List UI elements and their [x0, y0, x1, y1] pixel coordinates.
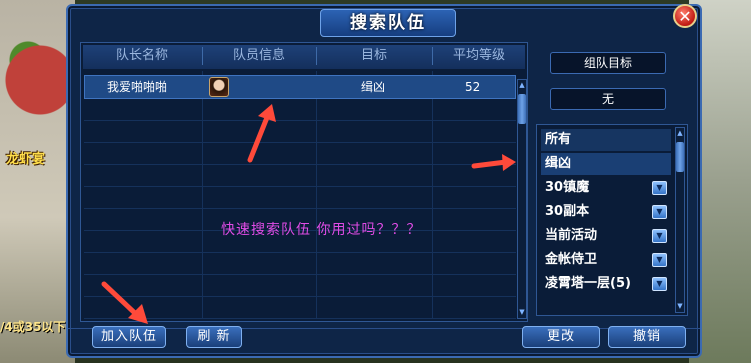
goal-label: 组队目标 [550, 52, 666, 74]
scroll-up-icon[interactable]: ▲ [518, 81, 526, 90]
scene-npc-label: 龙虾宴 [6, 152, 46, 167]
leader-name: 我爱啪啪啪 [107, 80, 168, 94]
category-item-30fuben[interactable]: 30副本 ▼ [541, 201, 671, 223]
empty-row [84, 143, 516, 165]
empty-row [84, 165, 516, 187]
expand-icon[interactable]: ▼ [652, 205, 667, 219]
window-title: 搜索队伍 [320, 9, 456, 37]
category-item-30zhenmo[interactable]: 30镇魔 ▼ [541, 177, 671, 199]
category-list: 所有 缉凶 30镇魔 ▼ 30副本 ▼ 当前活动 ▼ 金帐侍卫 ▼ 凌霄塔一层(5) ▼ … [536, 124, 688, 316]
cancel-button[interactable]: 撤销 [608, 326, 686, 348]
refresh-button[interactable]: 刷 新 [186, 326, 242, 348]
scroll-up-icon[interactable]: ▲ [676, 129, 684, 138]
scroll-down-icon[interactable]: ▼ [518, 308, 526, 317]
team-search-window: 搜索队伍 ✕ 队长名称 队员信息 目标 平均等级 我爱啪啪啪 缉凶 52 ▲ ▼… [66, 4, 702, 358]
category-item-all[interactable]: 所有 [541, 129, 671, 151]
scroll-down-icon[interactable]: ▼ [676, 302, 684, 311]
expand-icon[interactable]: ▼ [652, 229, 667, 243]
overlay-annotation: 快速搜索队伍 你用过吗？？？ [221, 222, 422, 238]
header-divider [202, 47, 203, 65]
join-team-button[interactable]: 加入队伍 [92, 326, 166, 348]
category-item-lingxiao-tower[interactable]: 凌霄塔一层(5) ▼ [541, 273, 671, 295]
empty-row [84, 187, 516, 209]
category-item-jixiong[interactable]: 缉凶 [541, 153, 671, 175]
col-header-target: 目标 [360, 48, 387, 63]
empty-row [84, 121, 516, 143]
change-button[interactable]: 更改 [522, 326, 600, 348]
expand-icon[interactable]: ▼ [652, 181, 667, 195]
annotation-arrow-icon [247, 104, 276, 163]
member-avatar-icon [209, 77, 229, 97]
table-row[interactable]: 我爱啪啪啪 缉凶 52 [84, 75, 516, 99]
row-avg-level: 52 [465, 80, 481, 94]
header-divider [316, 47, 317, 65]
expand-icon[interactable]: ▼ [652, 277, 667, 291]
category-scrollbar[interactable]: ▲ ▼ [675, 127, 685, 313]
annotation-arrow-icon [471, 154, 516, 171]
close-button[interactable]: ✕ [673, 4, 697, 28]
row-target: 缉凶 [361, 80, 386, 94]
scene-left-decoration [0, 0, 75, 363]
scroll-thumb[interactable] [518, 94, 526, 124]
empty-row [84, 99, 516, 121]
expand-icon[interactable]: ▼ [652, 253, 667, 267]
annotation-arrow-icon [101, 281, 148, 324]
category-item-golden-guard[interactable]: 金帐侍卫 ▼ [541, 249, 671, 271]
list-scrollbar[interactable]: ▲ ▼ [517, 79, 527, 319]
col-header-avg-level: 平均等级 [452, 48, 505, 63]
goal-value: 无 [550, 88, 666, 110]
close-icon: ✕ [678, 7, 692, 26]
header-divider [432, 47, 433, 65]
scroll-thumb[interactable] [676, 142, 684, 172]
empty-row [84, 253, 516, 275]
col-header-members: 队员信息 [232, 48, 285, 63]
scene-bottom-text: /4或35以下 [0, 320, 66, 334]
category-item-current-event[interactable]: 当前活动 ▼ [541, 225, 671, 247]
col-header-leader: 队长名称 [115, 48, 168, 63]
